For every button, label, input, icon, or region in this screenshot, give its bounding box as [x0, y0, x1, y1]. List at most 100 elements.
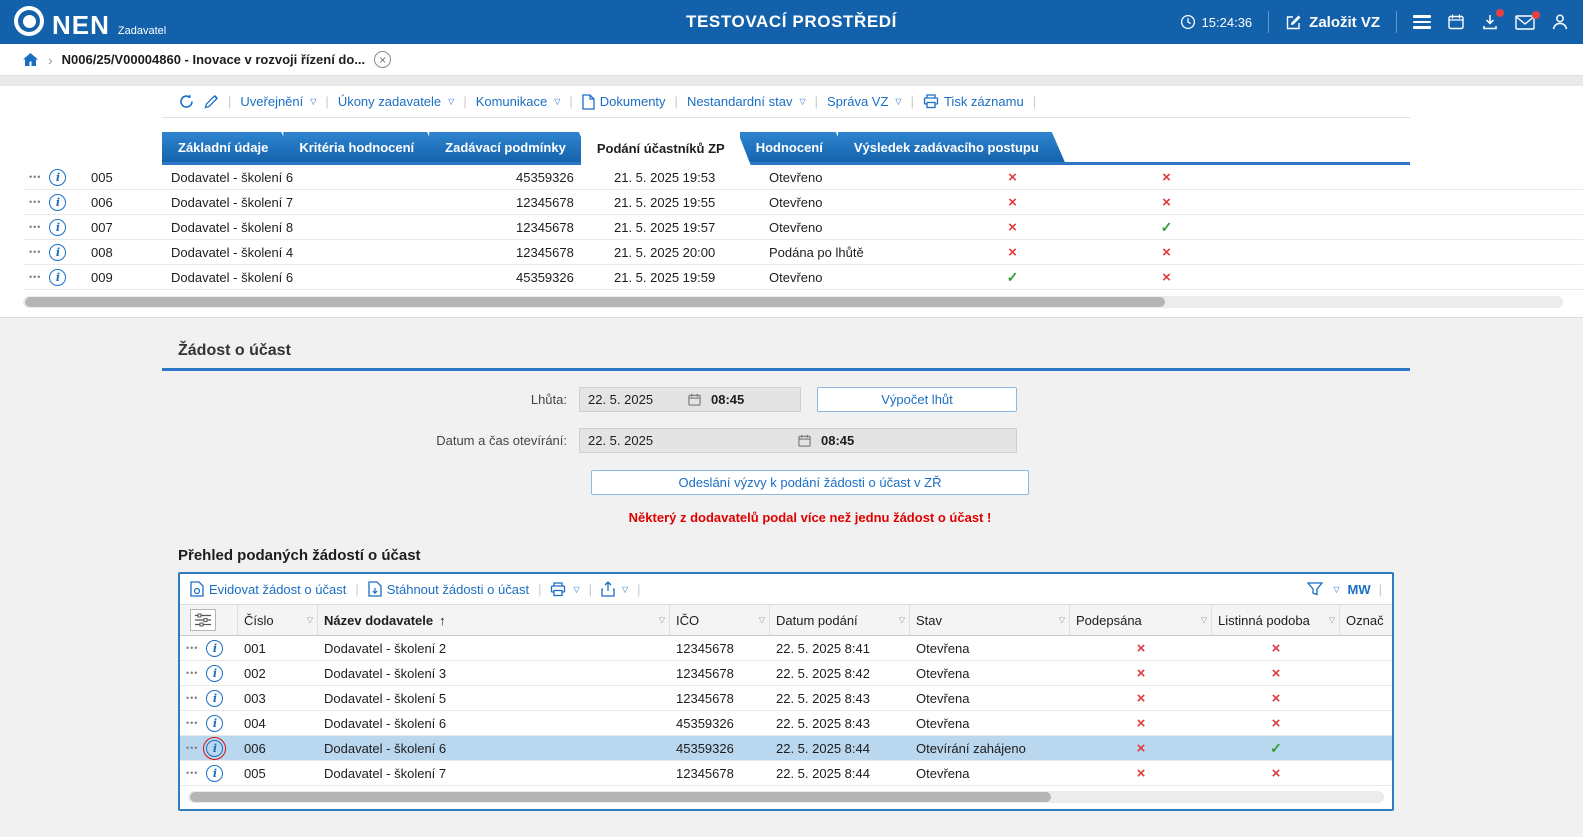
- print-table-button[interactable]: ▽: [550, 582, 579, 597]
- info-icon[interactable]: i: [206, 665, 223, 682]
- requests-table-row[interactable]: •••i001Dodavatel - školení 21234567822. …: [180, 636, 1392, 661]
- row-menu-icon[interactable]: •••: [186, 643, 198, 653]
- participants-table-row[interactable]: •••i009Dodavatel - školení 64535932621. …: [23, 265, 1583, 290]
- filter-chevron-icon[interactable]: ▽: [1059, 616, 1065, 625]
- info-icon[interactable]: i: [206, 765, 223, 782]
- row-menu-icon[interactable]: •••: [29, 222, 41, 232]
- requests-table-row[interactable]: •••i002Dodavatel - školení 31234567822. …: [180, 661, 1392, 686]
- profile-button[interactable]: [1551, 13, 1569, 31]
- horizontal-scrollbar[interactable]: [188, 791, 1384, 803]
- deadline-date[interactable]: 22. 5. 2025: [588, 392, 688, 407]
- environment-title: TESTOVACÍ PROSTŘEDÍ: [686, 12, 897, 32]
- row-menu-icon[interactable]: •••: [186, 718, 198, 728]
- deadline-time[interactable]: 08:45: [711, 392, 744, 407]
- filter-chevron-icon[interactable]: ▽: [1329, 616, 1335, 625]
- export-table-button[interactable]: ▽: [601, 581, 628, 597]
- header-listinna-podoba[interactable]: Listinná podoba▽: [1212, 605, 1340, 635]
- toolbar-item-nestandardni-stav[interactable]: Nestandardní stav▽: [687, 94, 806, 109]
- filter-chevron-icon[interactable]: ▽: [899, 616, 905, 625]
- participants-table-row[interactable]: •••i006Dodavatel - školení 71234567821. …: [23, 190, 1583, 215]
- nen-logo[interactable]: NEN Zadavatel: [14, 6, 166, 38]
- row-menu-icon[interactable]: •••: [29, 172, 41, 182]
- row-menu-icon[interactable]: •••: [186, 768, 198, 778]
- cell-number: 005: [87, 170, 167, 185]
- header-nazev-dodavatele[interactable]: Název dodavatele↑▽: [318, 605, 670, 635]
- header-datum-podani[interactable]: Datum podání▽: [770, 605, 910, 635]
- toolbar-item-ukony-zadavatele[interactable]: Úkony zadavatele▽: [338, 94, 455, 109]
- toolbar-item-dokumenty[interactable]: Dokumenty: [582, 94, 666, 110]
- download-requests-button[interactable]: Stáhnout žádosti o účast: [368, 581, 529, 597]
- scrollbar-thumb[interactable]: [190, 792, 1051, 802]
- info-icon[interactable]: i: [206, 740, 223, 757]
- opening-field[interactable]: 22. 5. 2025 08:45: [579, 428, 1017, 453]
- filter-chevron-icon[interactable]: ▽: [659, 616, 665, 625]
- cell-paper: ×: [1212, 690, 1340, 707]
- header-oznaceni[interactable]: Označ: [1340, 605, 1392, 635]
- mw-filter-label[interactable]: MW: [1348, 582, 1371, 597]
- header-ico[interactable]: IČO▽: [670, 605, 770, 635]
- main-menu-button[interactable]: [1413, 15, 1431, 29]
- calendar-button[interactable]: [1447, 13, 1465, 31]
- toolbar-item-tisk-zaznamu[interactable]: Tisk záznamu: [923, 94, 1024, 109]
- horizontal-scrollbar[interactable]: [23, 296, 1563, 308]
- x-icon: ×: [1162, 269, 1171, 286]
- close-record-icon[interactable]: ×: [374, 51, 391, 68]
- filter-chevron-icon[interactable]: ▽: [1201, 616, 1207, 625]
- info-icon[interactable]: i: [206, 640, 223, 657]
- row-menu-icon[interactable]: •••: [186, 743, 198, 753]
- filter-chevron-icon[interactable]: ▽: [759, 616, 765, 625]
- breadcrumb-record[interactable]: N006/25/V00004860 - Inovace v rozvoji ří…: [62, 52, 365, 67]
- send-invitation-button[interactable]: Odeslání výzvy k podání žádosti o účast …: [591, 470, 1029, 495]
- requests-table-row[interactable]: •••i003Dodavatel - školení 51234567822. …: [180, 686, 1392, 711]
- header-cislo[interactable]: Číslo▽: [238, 605, 318, 635]
- opening-time[interactable]: 08:45: [821, 433, 854, 448]
- back-button[interactable]: [178, 93, 195, 110]
- participants-table-row[interactable]: •••i007Dodavatel - školení 81234567821. …: [23, 215, 1583, 240]
- row-menu-icon[interactable]: •••: [186, 668, 198, 678]
- tab-hodnoceni[interactable]: Hodnocení: [740, 132, 849, 162]
- tab-zakladni-udaje[interactable]: Základní údaje: [162, 132, 294, 162]
- downloads-button[interactable]: [1481, 13, 1499, 31]
- info-icon[interactable]: i: [49, 219, 66, 236]
- info-icon[interactable]: i: [206, 715, 223, 732]
- info-icon[interactable]: i: [49, 169, 66, 186]
- chevron-down-icon[interactable]: ▽: [1333, 585, 1339, 594]
- row-menu-icon[interactable]: •••: [29, 247, 41, 257]
- calendar-icon[interactable]: [798, 434, 811, 447]
- register-request-button[interactable]: Evidovat žádost o účast: [190, 581, 346, 597]
- create-vz-button[interactable]: Založit VZ: [1285, 14, 1380, 31]
- requests-table-row[interactable]: •••i005Dodavatel - školení 71234567822. …: [180, 761, 1392, 786]
- toolbar-item-sprava-vz[interactable]: Správa VZ▽: [827, 94, 902, 109]
- edit-record-button[interactable]: [204, 94, 219, 109]
- tab-podani-ucastniku-zp[interactable]: Podání účastníků ZP: [581, 132, 751, 165]
- divider: |: [589, 582, 592, 597]
- row-menu-icon[interactable]: •••: [29, 272, 41, 282]
- header-stav[interactable]: Stav▽: [910, 605, 1070, 635]
- info-icon[interactable]: i: [206, 690, 223, 707]
- row-menu-icon[interactable]: •••: [29, 197, 41, 207]
- opening-date[interactable]: 22. 5. 2025: [588, 433, 798, 448]
- header-podepsana[interactable]: Podepsána▽: [1070, 605, 1212, 635]
- deadline-field[interactable]: 22. 5. 2025 08:45: [579, 387, 801, 412]
- calc-deadlines-button[interactable]: Výpočet lhůt: [817, 387, 1017, 412]
- tab-vysledek-zadavaciho-postupu[interactable]: Výsledek zadávacího postupu: [838, 132, 1065, 162]
- row-menu-icon[interactable]: •••: [186, 693, 198, 703]
- toolbar-item-komunikace[interactable]: Komunikace▽: [476, 94, 561, 109]
- messages-button[interactable]: [1515, 15, 1535, 30]
- toolbar-item-uverejneni[interactable]: Uveřejnění▽: [240, 94, 316, 109]
- participants-table-row[interactable]: •••i005Dodavatel - školení 64535932621. …: [23, 165, 1583, 190]
- column-settings-icon[interactable]: [190, 609, 216, 631]
- requests-table-row[interactable]: •••i004Dodavatel - školení 64535932622. …: [180, 711, 1392, 736]
- scrollbar-thumb[interactable]: [25, 297, 1165, 307]
- participants-table-row[interactable]: •••i008Dodavatel - školení 41234567821. …: [23, 240, 1583, 265]
- home-icon[interactable]: [22, 52, 39, 67]
- info-icon[interactable]: i: [49, 269, 66, 286]
- info-icon[interactable]: i: [49, 244, 66, 261]
- tab-zadavaci-podminky[interactable]: Zadávací podmínky: [429, 132, 592, 162]
- filter-icon[interactable]: [1307, 582, 1323, 596]
- info-icon[interactable]: i: [49, 194, 66, 211]
- filter-chevron-icon[interactable]: ▽: [307, 616, 313, 625]
- requests-table-row[interactable]: •••i006Dodavatel - školení 64535932622. …: [180, 736, 1392, 761]
- tab-kriteria-hodnoceni[interactable]: Kritéria hodnocení: [283, 132, 440, 162]
- calendar-icon[interactable]: [688, 393, 701, 406]
